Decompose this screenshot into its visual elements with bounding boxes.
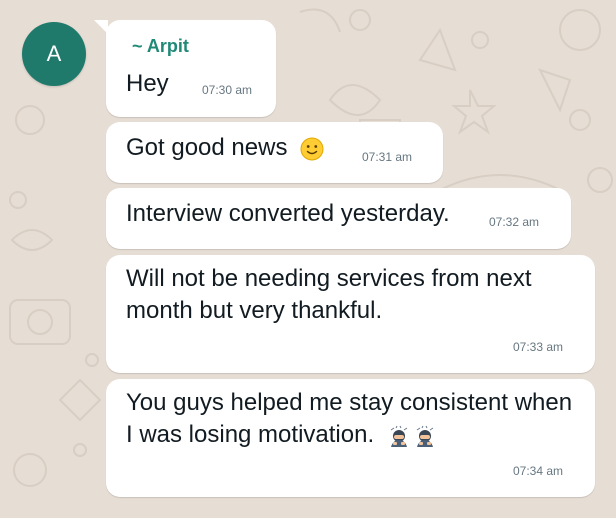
bubble-tail (94, 20, 108, 34)
message-bubble[interactable]: ~ Arpit Hey 07:30 am (94, 20, 276, 117)
message-text: Hey (126, 70, 169, 97)
message-time: 07:31 am (362, 150, 413, 164)
message-bubble[interactable]: Interview converted yesterday. 07:32 am (106, 188, 571, 249)
message-bubble[interactable]: Will not be needing services from next m… (106, 255, 595, 373)
message-text: You guys helped me stay consistent when … (126, 389, 573, 448)
message-time: 07:33 am (513, 340, 564, 354)
avatar-letter: A (46, 41, 62, 66)
message-time: 07:34 am (513, 464, 564, 478)
bowing-person-icon (390, 425, 408, 447)
message-text: Interview converted yesterday. (126, 200, 450, 227)
message-bubble[interactable]: Got good news 07:31 am (106, 122, 443, 183)
bowing-person-icon (416, 425, 434, 447)
message-time: 07:32 am (489, 215, 540, 229)
sender-avatar[interactable]: A (22, 22, 86, 86)
message-text: Got good news (126, 134, 288, 161)
message-bubble[interactable]: You guys helped me stay consistent when … (106, 379, 595, 497)
message-time: 07:30 am (202, 83, 253, 97)
sender-name[interactable]: ~ Arpit (132, 36, 189, 57)
message-text: Will not be needing services from next m… (126, 265, 532, 324)
message-text-row: Got good news (126, 132, 324, 164)
slightly-smiling-face-icon (300, 137, 324, 161)
message-text-row: You guys helped me stay consistent when … (126, 387, 576, 451)
